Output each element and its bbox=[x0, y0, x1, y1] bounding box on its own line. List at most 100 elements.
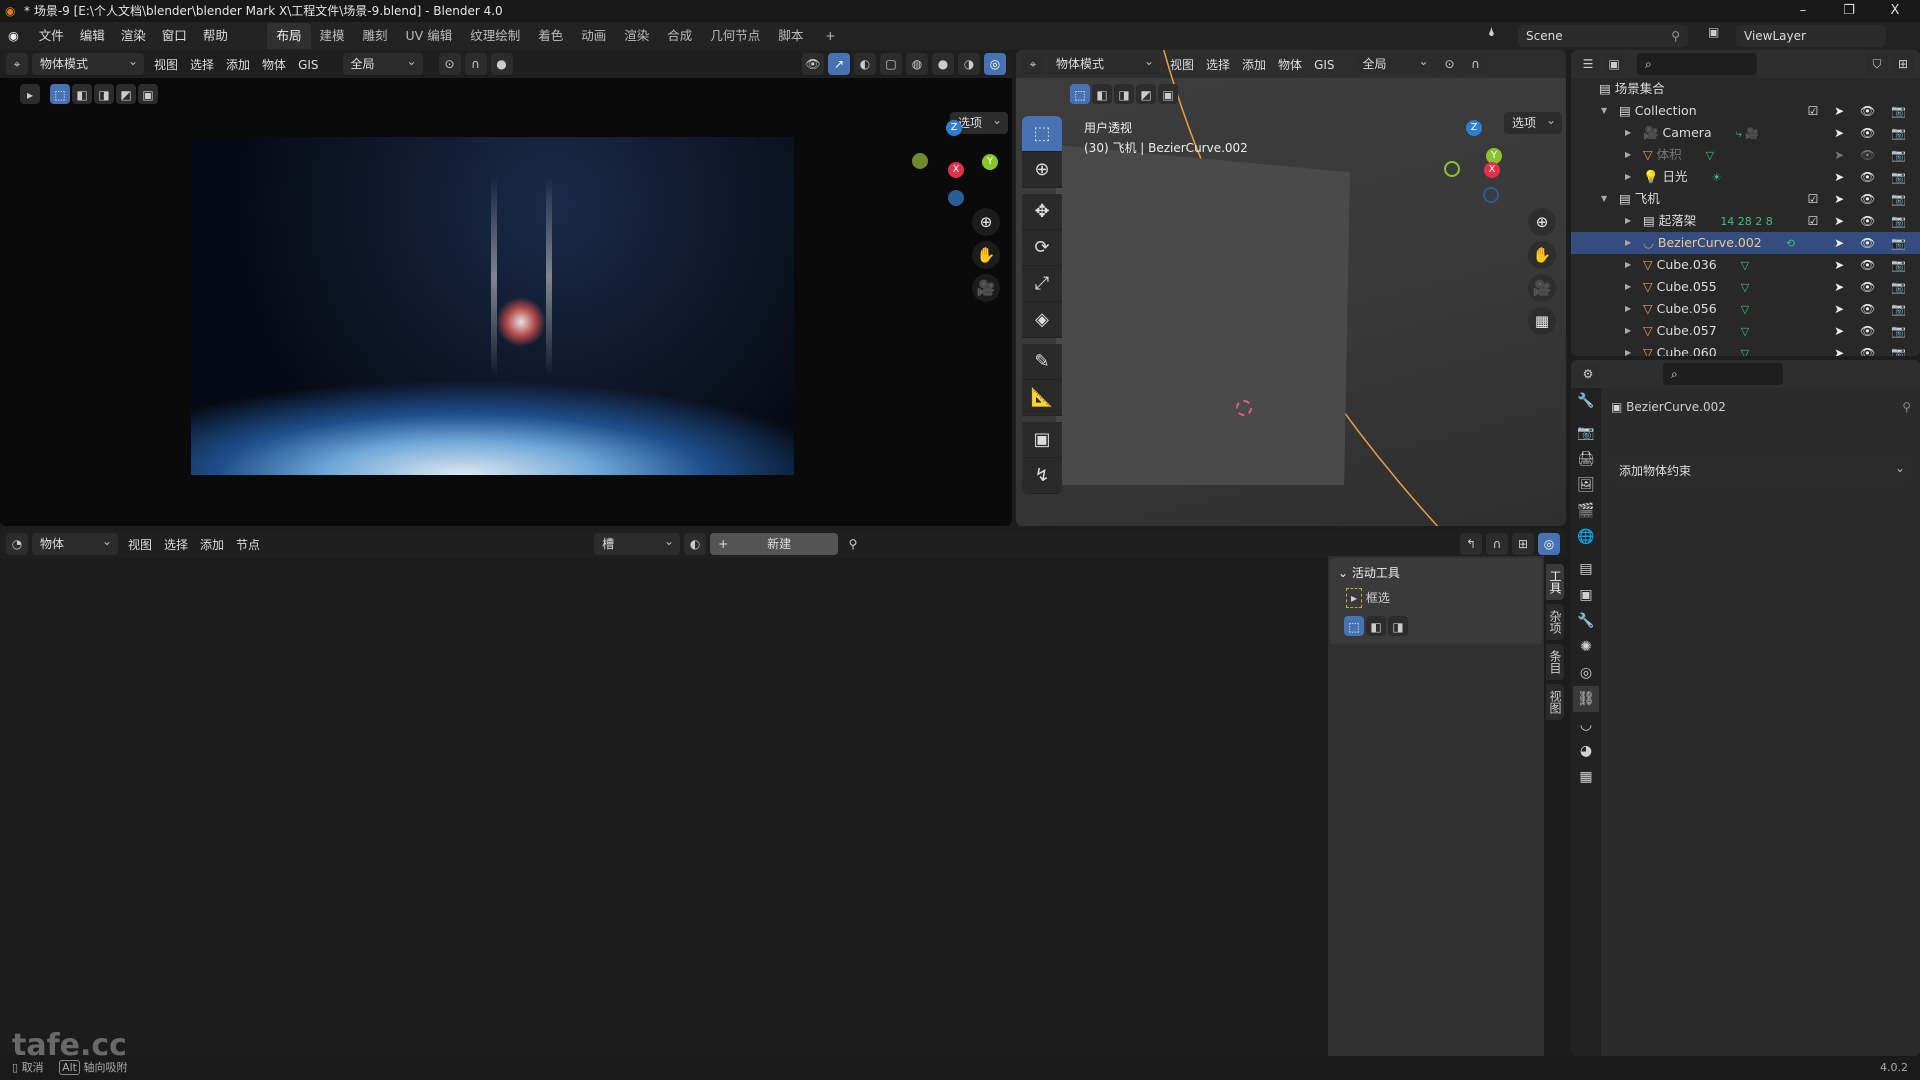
editor-type-button[interactable]: ⌖ bbox=[1022, 53, 1044, 75]
select-new-icon[interactable]: ⬚ bbox=[1344, 616, 1364, 636]
overlay-icon[interactable]: ◎ bbox=[1538, 533, 1560, 555]
header-menu-3[interactable]: 物体 bbox=[256, 58, 292, 72]
header-menu-2[interactable]: 添加 bbox=[220, 58, 256, 72]
gizmo-neg-z[interactable] bbox=[1483, 187, 1499, 203]
zoom-icon[interactable]: ⊕ bbox=[1528, 208, 1556, 236]
row-toggles[interactable]: ➤ 👁 📷 bbox=[1834, 298, 1912, 320]
pivot-icon[interactable]: ⊙ bbox=[438, 53, 461, 75]
parent-node-icon[interactable]: ↰ bbox=[1460, 533, 1482, 555]
header-menu-0[interactable]: 视图 bbox=[1164, 58, 1200, 72]
properties-tab-constraints[interactable]: ⛓ bbox=[1573, 686, 1599, 712]
xray-icon[interactable]: ▢ bbox=[880, 53, 902, 75]
blender-menu-icon[interactable]: ◉ bbox=[0, 22, 27, 50]
sidebar-tab-3[interactable]: 视图 bbox=[1546, 684, 1564, 720]
properties-tab-view-layer[interactable]: 🖼 bbox=[1573, 472, 1599, 498]
row-toggles[interactable]: ➤ 👁 📷 bbox=[1834, 276, 1912, 298]
expand-toggle-icon[interactable]: ▶ bbox=[1625, 298, 1631, 320]
header-menu-4[interactable]: GIS bbox=[1308, 58, 1340, 72]
gizmo-neg-y[interactable] bbox=[912, 153, 928, 169]
gizmo-neg-y[interactable] bbox=[1444, 161, 1460, 177]
view-layer-selector[interactable]: ViewLayer bbox=[1736, 25, 1886, 47]
add-workspace-button[interactable]: + bbox=[816, 23, 844, 49]
properties-tab-render[interactable]: 📷 bbox=[1573, 420, 1599, 446]
expand-toggle-icon[interactable]: ▶ bbox=[1625, 166, 1631, 188]
new-collection-icon[interactable]: ⊞ bbox=[1892, 53, 1914, 75]
outliner-row[interactable]: ▶ ▽ 体积 ▽ ➤ 👁 📷 bbox=[1571, 144, 1920, 166]
row-toggles[interactable]: ☑ ➤ 👁 📷 bbox=[1808, 100, 1912, 122]
add-constraint-dropdown[interactable]: 添加物体约束 bbox=[1611, 457, 1911, 482]
editor-type-button[interactable]: ⚙ bbox=[1577, 363, 1599, 385]
tab-workspace-6[interactable]: 动画 bbox=[572, 23, 615, 49]
move-tool[interactable]: ✥ bbox=[1022, 194, 1062, 230]
properties-tab-particles[interactable]: ✺ bbox=[1573, 634, 1599, 660]
gizmo-neg-z[interactable] bbox=[948, 190, 964, 206]
row-toggles[interactable]: ☑ ➤ 👁 📷 bbox=[1808, 188, 1912, 210]
header-menu-0[interactable]: 视图 bbox=[148, 58, 184, 72]
expand-toggle-icon[interactable]: ▶ bbox=[1625, 276, 1631, 298]
outliner-row[interactable]: ▶ ▤ 起落架 14 28 2 8 ☑ ➤ 👁 📷 bbox=[1571, 210, 1920, 232]
properties-tab-physics[interactable]: ◎ bbox=[1573, 660, 1599, 686]
tab-workspace-4[interactable]: 纹理绘制 bbox=[461, 23, 529, 49]
overlay-icon[interactable]: ◐ bbox=[854, 53, 876, 75]
menu-0[interactable]: 文件 bbox=[31, 22, 72, 50]
snap-icon[interactable]: ∩ bbox=[464, 53, 487, 75]
tab-workspace-1[interactable]: 建模 bbox=[311, 23, 354, 49]
tab-workspace-10[interactable]: 脚本 bbox=[769, 23, 812, 49]
properties-tab-world[interactable]: 🌐 bbox=[1573, 524, 1599, 550]
select-new-icon[interactable]: ⬚ bbox=[50, 84, 70, 104]
tab-workspace-7[interactable]: 渲染 bbox=[615, 23, 658, 49]
mode-dropdown[interactable]: 物体模式 bbox=[32, 50, 144, 75]
pan-hand-icon[interactable]: ✋ bbox=[972, 241, 1000, 269]
outliner-row[interactable]: ▼ ▤ Collection ☑ ➤ 👁 📷 bbox=[1571, 100, 1920, 122]
pan-hand-icon[interactable]: ✋ bbox=[1528, 241, 1556, 269]
row-toggles[interactable]: ➤ 👁 📷 bbox=[1834, 342, 1912, 356]
row-toggles[interactable]: ☑ ➤ 👁 📷 bbox=[1808, 210, 1912, 232]
row-toggles[interactable]: ➤ 👁 📷 bbox=[1834, 320, 1912, 342]
proportional-edit-icon[interactable]: ● bbox=[490, 53, 513, 75]
outliner-row[interactable]: ▶ ▽ Cube.060 ▽ ➤ 👁 📷 bbox=[1571, 342, 1920, 356]
expand-toggle-icon[interactable]: ▶ bbox=[1625, 342, 1631, 356]
tab-workspace-5[interactable]: 着色 bbox=[529, 23, 572, 49]
outliner-row[interactable]: ▶ ▽ Cube.057 ▽ ➤ 👁 📷 bbox=[1571, 320, 1920, 342]
outliner-row[interactable]: ▶ ▽ Cube.055 ▽ ➤ 👁 📷 bbox=[1571, 276, 1920, 298]
expand-toggle-icon[interactable]: ▶ bbox=[1625, 254, 1631, 276]
camera-view-icon[interactable]: 🎥 bbox=[972, 274, 1000, 302]
view-layer-icon[interactable]: ▣ bbox=[1708, 25, 1732, 47]
add-cube-tool[interactable]: ▣ bbox=[1022, 422, 1062, 458]
gizmo-z[interactable]: Z bbox=[946, 120, 962, 136]
filter-icon[interactable]: ⛉ bbox=[1866, 53, 1888, 75]
properties-tab-output[interactable]: 🖨 bbox=[1573, 446, 1599, 472]
header-menu-1[interactable]: 选择 bbox=[1200, 58, 1236, 72]
pin-icon[interactable]: ⚲ bbox=[1671, 25, 1680, 47]
cursor-tool[interactable]: ⊕ bbox=[1022, 152, 1062, 188]
properties-tab-modifier[interactable]: 🔧 bbox=[1573, 608, 1599, 634]
maximize-button[interactable]: ❐ bbox=[1826, 0, 1872, 22]
editor-type-button[interactable]: ☰ bbox=[1577, 53, 1599, 75]
annotate-tool[interactable]: ✎ bbox=[1022, 344, 1062, 380]
menu-4[interactable]: 帮助 bbox=[195, 22, 236, 50]
select-new-icon[interactable]: ⬚ bbox=[1070, 84, 1090, 104]
outliner-search-input[interactable]: ⌕ bbox=[1637, 53, 1757, 75]
select-extend-icon[interactable]: ◧ bbox=[72, 84, 92, 104]
gizmo-z[interactable]: Z bbox=[1466, 120, 1482, 136]
row-toggles[interactable]: ➤ 👁 📷 bbox=[1834, 254, 1912, 276]
snap-icon[interactable]: ∩ bbox=[1486, 533, 1508, 555]
perspective-toggle-icon[interactable]: ▦ bbox=[1528, 307, 1556, 335]
panel-header[interactable]: ⌄ 活动工具 bbox=[1338, 562, 1534, 584]
shader-editor[interactable]: ◔ 物体 视图选择添加节点 槽 ◐ +新建 ⚲ ↰ ∩ ⊞ ◎ ⌄ 活动工具 ▸… bbox=[0, 530, 1566, 1056]
outliner-row[interactable]: ▶ ▽ Cube.056 ▽ ➤ 👁 📷 bbox=[1571, 298, 1920, 320]
pin-icon[interactable]: ⚲ bbox=[1902, 396, 1911, 418]
transform-tool[interactable]: ◈ bbox=[1022, 302, 1062, 338]
properties-search-input[interactable]: ⌕ bbox=[1663, 363, 1783, 385]
tab-workspace-2[interactable]: 雕刻 bbox=[354, 23, 397, 49]
select-intersect-icon[interactable]: ▣ bbox=[1158, 84, 1178, 104]
header-menu-2[interactable]: 添加 bbox=[194, 538, 230, 552]
menu-2[interactable]: 渲染 bbox=[113, 22, 154, 50]
gizmo-y[interactable]: Y bbox=[982, 154, 998, 170]
gizmo-x[interactable]: X bbox=[948, 162, 964, 178]
sidebar-tab-1[interactable]: 杂项 bbox=[1546, 604, 1564, 640]
properties-tab-data[interactable]: ◡ bbox=[1573, 712, 1599, 738]
properties-tab-collection[interactable]: ▤ bbox=[1573, 556, 1599, 582]
snap-mode-icon[interactable]: ⊞ bbox=[1512, 533, 1534, 555]
properties-tab-scene[interactable]: 🎬 bbox=[1573, 498, 1599, 524]
